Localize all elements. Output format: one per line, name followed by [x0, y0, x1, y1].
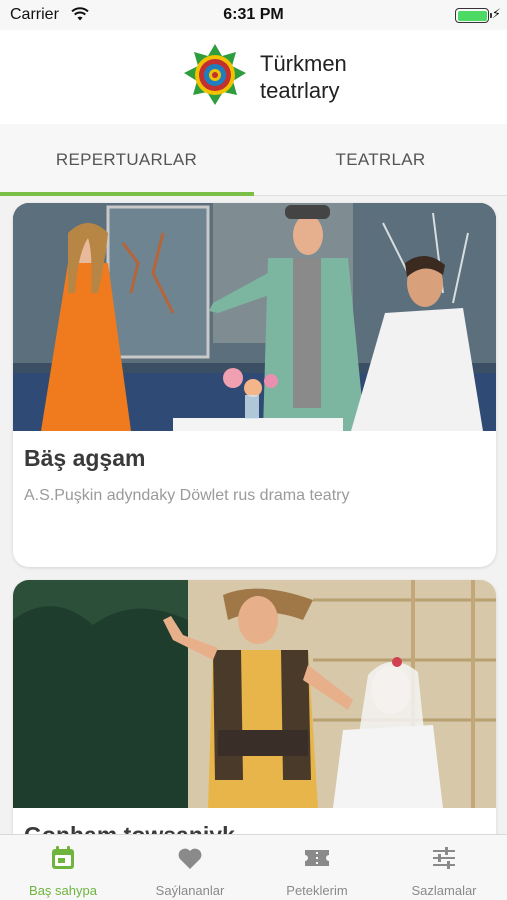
card-title: Gonham towşanjyk [24, 822, 235, 834]
tab-saylananlar-label: Saýlananlar [155, 883, 225, 898]
card-image [13, 203, 496, 431]
tab-sazlamalar-label: Sazlamalar [411, 883, 477, 898]
card-theatre-name: A.S.Puşkin adyndaky Döwlet rus drama tea… [24, 487, 350, 504]
repertoire-list[interactable]: Bäş agşam A.S.Puşkin adyndaky Döwlet rus… [0, 197, 507, 834]
tab-peteklerim-label: Peteklerim [286, 883, 348, 898]
app-title-line1: Türkmen [260, 51, 347, 76]
card-image [13, 580, 496, 808]
heart-icon [178, 848, 202, 869]
app-title-line2: teatrlary [260, 78, 340, 103]
sliders-icon [433, 847, 455, 869]
battery-icon [455, 8, 492, 23]
tab-sazlamalar[interactable]: Sazlamalar [381, 835, 507, 900]
tab-bas-sahypa[interactable]: Baş sahypa [0, 835, 126, 900]
tab-repertuarlar[interactable]: REPERTUARLAR [0, 124, 253, 196]
tab-saylananlar[interactable]: Saýlananlar [127, 835, 253, 900]
repertoire-card[interactable]: Gonham towşanjyk [13, 580, 496, 834]
tab-selected-indicator [0, 192, 254, 196]
tab-teatrlar[interactable]: TEATRLAR [254, 124, 507, 196]
ticket-icon [305, 850, 329, 866]
card-title: Bäş agşam [24, 445, 146, 471]
tab-peteklerim[interactable]: Peteklerim [254, 835, 380, 900]
repertoire-card[interactable]: Bäş agşam A.S.Puşkin adyndaky Döwlet rus… [13, 203, 496, 567]
status-bar: Carrier 6:31 PM ⚡ [0, 0, 507, 30]
tab-bas-sahypa-label: Baş sahypa [29, 883, 97, 898]
bottom-tab-bar: Baş sahypa Saýlananlar Peteklerim Sazlam… [0, 834, 507, 900]
calendar-icon [52, 846, 74, 869]
app-title: Türkmen teatrlary [260, 50, 347, 104]
clock: 6:31 PM [223, 6, 284, 23]
segment-tabs: REPERTUARLAR TEATRLAR [0, 124, 507, 196]
app-header: Türkmen teatrlary [0, 30, 507, 124]
charging-icon: ⚡ [491, 6, 501, 21]
turkmenistan-emblem-logo [184, 44, 246, 105]
